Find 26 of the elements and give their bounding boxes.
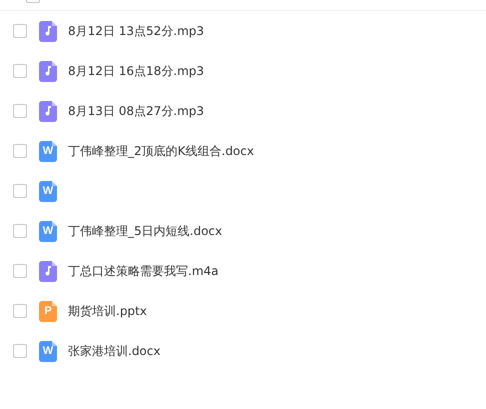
presentation-icon: P	[39, 300, 57, 322]
file-name[interactable]: 8月12日 16点18分.mp3	[68, 62, 204, 80]
checkbox[interactable]	[13, 24, 27, 38]
document-icon: W	[39, 140, 57, 162]
checkbox[interactable]	[13, 264, 27, 278]
file-name[interactable]: 期货培训.pptx	[68, 302, 147, 320]
file-name[interactable]: 张家港培训.docx	[68, 342, 160, 360]
music-note-icon	[39, 260, 57, 282]
checkbox[interactable]	[13, 104, 27, 118]
file-name[interactable]: 8月12日 13点52分.mp3	[68, 22, 204, 40]
checkbox[interactable]	[13, 64, 27, 78]
music-note-icon	[39, 100, 57, 122]
document-icon: W	[39, 220, 57, 242]
document-icon: W	[39, 340, 57, 362]
checkbox[interactable]	[13, 184, 27, 198]
music-note-icon	[39, 60, 57, 82]
file-name[interactable]: 丁伟峰整理_2顶底的K线组合.docx	[68, 142, 254, 160]
checkbox[interactable]	[13, 144, 27, 158]
file-name[interactable]: 丁伟峰整理_5日内短线.docx	[68, 222, 222, 240]
music-note-icon	[39, 20, 57, 42]
document-icon: W	[39, 180, 57, 202]
checkbox[interactable]	[13, 224, 27, 238]
file-name[interactable]: 丁总口述策略需要我写.m4a	[68, 262, 218, 280]
checkbox[interactable]	[13, 304, 27, 318]
file-name[interactable]: 8月13日 08点27分.mp3	[68, 102, 204, 120]
checkbox[interactable]	[13, 344, 27, 358]
